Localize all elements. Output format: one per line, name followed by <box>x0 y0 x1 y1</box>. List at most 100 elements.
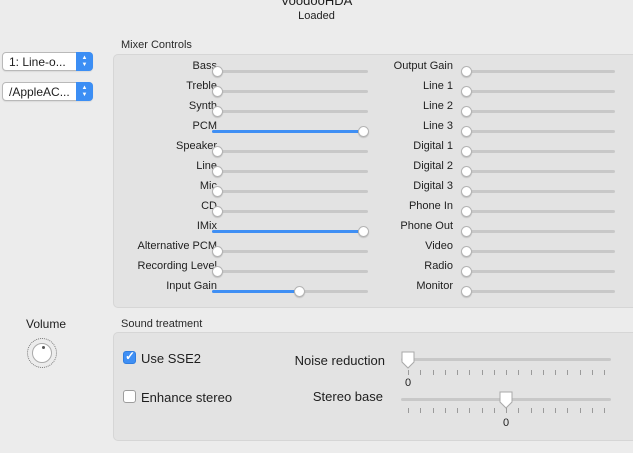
mixer-left-label-1: Treble <box>186 80 217 92</box>
mixer-right-label-0: Output Gain <box>393 60 453 72</box>
mixer-left-label-9: Alternative PCM <box>137 240 217 252</box>
mixer-right-slider-11[interactable] <box>461 286 615 297</box>
mixer-right-slider-4[interactable] <box>461 146 615 157</box>
slider-knob[interactable] <box>212 106 223 117</box>
enhance-stereo-checkbox[interactable] <box>123 390 136 403</box>
mixer-right-slider-1[interactable] <box>461 86 615 97</box>
tick-mark <box>543 370 544 375</box>
tick-mark <box>506 408 507 413</box>
slider-knob[interactable] <box>461 126 472 137</box>
knob-icon <box>32 343 52 363</box>
status-text: Loaded <box>298 10 335 22</box>
slider-knob[interactable] <box>461 166 472 177</box>
mixer-right-label-3: Line 3 <box>423 120 453 132</box>
slider-knob[interactable] <box>461 186 472 197</box>
noise-reduction-label: Noise reduction <box>294 353 385 368</box>
stereo-base-value: 0 <box>502 417 510 429</box>
slider-knob[interactable] <box>461 146 472 157</box>
slider-knob[interactable] <box>212 246 223 257</box>
tick-mark <box>420 370 421 375</box>
slider-knob[interactable] <box>212 66 223 77</box>
sound-treatment-title: Sound treatment <box>121 318 203 330</box>
mixer-right-label-4: Digital 1 <box>413 140 453 152</box>
mixer-right-label-9: Video <box>425 240 453 252</box>
tick-mark <box>531 370 532 375</box>
tick-mark <box>604 408 605 413</box>
mixer-right-label-10: Radio <box>424 260 453 272</box>
mixer-left-label-4: Speaker <box>176 140 217 152</box>
mixer-left-label-7: CD <box>201 200 217 212</box>
slider-knob[interactable] <box>461 286 472 297</box>
tick-mark <box>555 370 556 375</box>
tick-mark <box>518 408 519 413</box>
mixer-left-label-8: IMix <box>196 220 217 232</box>
noise-reduction-thumb[interactable] <box>401 351 415 369</box>
tick-mark <box>433 408 434 413</box>
slider-knob[interactable] <box>212 86 223 97</box>
mixer-right-slider-2[interactable] <box>461 106 615 117</box>
checkmark-icon: ✓ <box>125 349 136 363</box>
tick-mark <box>445 370 446 375</box>
slider-knob[interactable] <box>461 226 472 237</box>
slider-knob[interactable] <box>212 166 223 177</box>
enhance-stereo-label[interactable]: Enhance stereo <box>141 390 232 405</box>
tick-mark <box>567 370 568 375</box>
mixer-left-label-11: Input Gain <box>166 280 217 292</box>
volume-knob[interactable] <box>27 338 57 368</box>
mixer-right-slider-0[interactable] <box>461 66 615 77</box>
stereo-base-thumb[interactable] <box>499 391 513 409</box>
slider-knob[interactable] <box>461 106 472 117</box>
slider-knob[interactable] <box>212 206 223 217</box>
tick-mark <box>592 370 593 375</box>
tick-mark <box>604 370 605 375</box>
mixer-right-slider-7[interactable] <box>461 206 615 217</box>
mixer-right-label-11: Monitor <box>416 280 453 292</box>
tick-mark <box>445 408 446 413</box>
mixer-right-slider-6[interactable] <box>461 186 615 197</box>
mixer-right-slider-9[interactable] <box>461 246 615 257</box>
tick-mark <box>555 408 556 413</box>
tick-mark <box>469 370 470 375</box>
mixer-right-label-2: Line 2 <box>423 100 453 112</box>
mixer-right-slider-10[interactable] <box>461 266 615 277</box>
tick-mark <box>482 408 483 413</box>
tick-mark <box>408 408 409 413</box>
slider-knob[interactable] <box>293 286 305 297</box>
tick-mark <box>482 370 483 375</box>
sound-treatment-group <box>113 332 633 441</box>
stereo-base-label: Stereo base <box>312 389 383 404</box>
mixer-right-label-8: Phone Out <box>400 220 453 232</box>
mixer-left-label-6: Mic <box>199 180 217 192</box>
slider-knob[interactable] <box>461 66 472 77</box>
app-title: VoodooHDA <box>280 0 353 8</box>
tick-mark <box>518 370 519 375</box>
tick-mark <box>592 408 593 413</box>
slider-knob[interactable] <box>461 266 472 277</box>
tick-mark <box>457 408 458 413</box>
mixer-left-label-5: Line <box>196 160 217 172</box>
mixer-right-label-7: Phone In <box>408 200 453 212</box>
noise-reduction-slider[interactable] <box>401 358 611 361</box>
slider-knob[interactable] <box>461 246 472 257</box>
mixer-left-label-0: Bass <box>192 60 217 72</box>
slider-knob[interactable] <box>461 206 472 217</box>
slider-knob[interactable] <box>212 266 223 277</box>
mixer-right-slider-5[interactable] <box>461 166 615 177</box>
mixer-right-slider-3[interactable] <box>461 126 615 137</box>
mixer-left-label-3: PCM <box>192 120 217 132</box>
use-sse2-label[interactable]: Use SSE2 <box>141 351 201 366</box>
slider-knob[interactable] <box>212 186 223 197</box>
slider-fill <box>212 290 299 293</box>
tick-mark <box>543 408 544 413</box>
tick-mark <box>531 408 532 413</box>
mixer-left-label-2: Synth <box>188 100 217 112</box>
output-device-value: 1: Line-o... <box>9 55 66 69</box>
slider-knob[interactable] <box>461 86 472 97</box>
tick-mark <box>580 408 581 413</box>
tick-mark <box>567 408 568 413</box>
mixer-right-slider-8[interactable] <box>461 226 615 237</box>
use-sse2-checkbox[interactable]: ✓ <box>123 349 136 364</box>
tick-mark <box>457 370 458 375</box>
stereo-base-ticks <box>401 408 611 413</box>
slider-knob[interactable] <box>212 146 223 157</box>
